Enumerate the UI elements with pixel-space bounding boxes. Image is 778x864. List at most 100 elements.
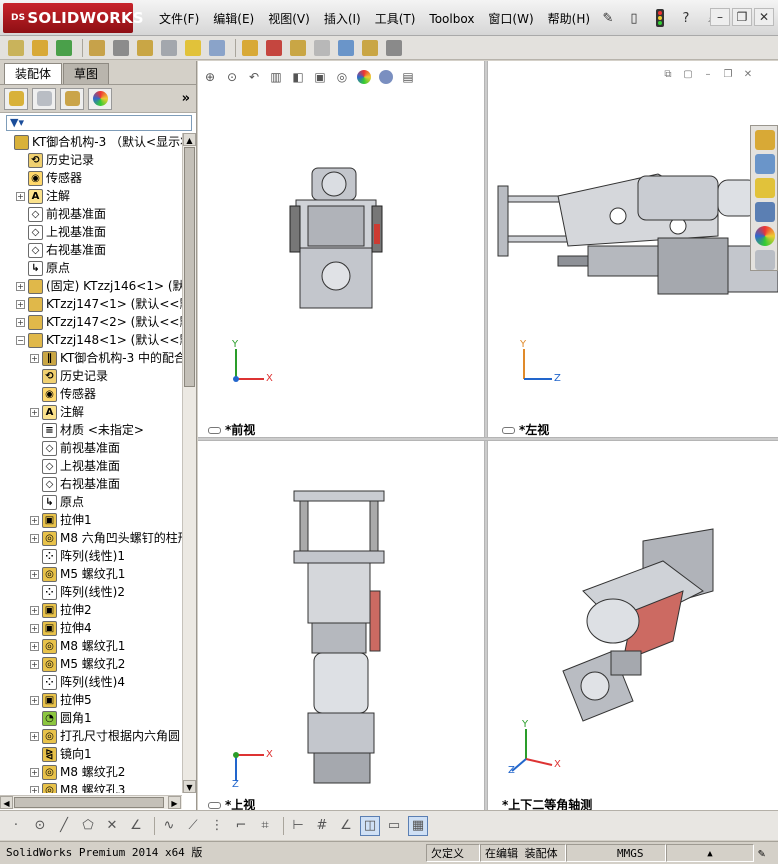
- dimension-icon[interactable]: ⊢: [288, 816, 308, 836]
- units-status[interactable]: MMGS: [566, 844, 666, 862]
- tree-item[interactable]: ⁘ 阵列(线性)4: [0, 673, 182, 691]
- scroll-thumb[interactable]: [184, 147, 195, 387]
- minimize-button[interactable]: –: [710, 8, 730, 26]
- smart-fasteners-icon[interactable]: [111, 38, 131, 58]
- tree-item[interactable]: KT御合机构-3 （默认<显示状: [0, 133, 182, 151]
- tree-item[interactable]: − KTzzj148<1> (默认<<默认: [0, 331, 182, 349]
- tree-item[interactable]: ≡ 材质 <未指定>: [0, 421, 182, 439]
- expand-icon[interactable]: +: [30, 354, 39, 363]
- expand-icon[interactable]: +: [30, 624, 39, 633]
- expand-icon[interactable]: +: [16, 192, 25, 201]
- tree-item[interactable]: + ◎ M8 六角凹头螺钉的柱形: [0, 529, 182, 547]
- tree-item[interactable]: ◇ 上视基准面: [0, 457, 182, 475]
- menu-toolbox[interactable]: Toolbox: [422, 9, 481, 29]
- tree-item[interactable]: + A 注解: [0, 187, 182, 205]
- home-icon[interactable]: [755, 130, 775, 150]
- exploded-view-icon[interactable]: [288, 38, 308, 58]
- new-motion-study-icon[interactable]: [240, 38, 260, 58]
- bill-of-materials-icon[interactable]: [264, 38, 284, 58]
- expand-icon[interactable]: +: [30, 786, 39, 793]
- menu-insert[interactable]: 插入(I): [317, 9, 368, 29]
- tree-item[interactable]: + ◎ M8 螺纹孔2: [0, 763, 182, 781]
- extend-icon[interactable]: ∠: [126, 816, 146, 836]
- menu-window[interactable]: 窗口(W): [481, 9, 540, 29]
- tab-assembly[interactable]: 装配体: [4, 63, 63, 84]
- point-icon[interactable]: ·: [6, 816, 26, 836]
- menu-help[interactable]: 帮助(H): [541, 9, 597, 29]
- sketch-plane-icon[interactable]: ▭: [384, 816, 404, 836]
- scroll-up-icon[interactable]: ▲: [183, 133, 196, 146]
- convert-entities-icon[interactable]: ∿: [159, 816, 179, 836]
- tree-item[interactable]: + ▣ 拉伸4: [0, 619, 182, 637]
- restore-button[interactable]: ❐: [732, 8, 752, 26]
- tab-sketch[interactable]: 草图: [63, 63, 110, 84]
- line-icon[interactable]: ╱: [54, 816, 74, 836]
- tree-item[interactable]: + ▣ 拉伸2: [0, 601, 182, 619]
- tree-item[interactable]: ⁘ 阵列(线性)2: [0, 583, 182, 601]
- construction-icon[interactable]: ⌐: [231, 816, 251, 836]
- tag-icon[interactable]: ✎: [754, 844, 776, 862]
- tree-item[interactable]: ◉ 传感器: [0, 169, 182, 187]
- help-icon[interactable]: ?: [676, 8, 696, 28]
- hscroll-thumb[interactable]: [14, 797, 164, 808]
- appearances-icon[interactable]: [755, 226, 775, 246]
- mate-icon[interactable]: [54, 38, 74, 58]
- configuration-manager-icon[interactable]: [60, 87, 84, 110]
- circle-icon[interactable]: ⊙: [30, 816, 50, 836]
- scroll-left-icon[interactable]: ◀: [0, 796, 13, 809]
- assembly-icon[interactable]: [6, 38, 26, 58]
- show-hidden-icon[interactable]: [159, 38, 179, 58]
- menu-file[interactable]: 文件(F): [152, 9, 206, 29]
- pin-icon[interactable]: ✎: [598, 8, 618, 28]
- expand-icon[interactable]: +: [30, 732, 39, 741]
- scroll-right-icon[interactable]: ▶: [168, 796, 181, 809]
- solidworks-logo[interactable]: DS SOLIDWORKS: [3, 3, 144, 33]
- trim-icon[interactable]: ✕: [102, 816, 122, 836]
- tree-item[interactable]: + ∥ KT御合机构-3 中的配合: [0, 349, 182, 367]
- collapse-icon[interactable]: −: [16, 336, 25, 345]
- expand-icon[interactable]: +: [30, 570, 39, 579]
- tree-item[interactable]: + ◎ M8 螺纹孔3: [0, 781, 182, 793]
- scroll-down-icon[interactable]: ▼: [183, 780, 196, 793]
- expand-icon[interactable]: +: [16, 318, 25, 327]
- expand-icon[interactable]: +: [30, 642, 39, 651]
- tree-item[interactable]: ◇ 右视基准面: [0, 475, 182, 493]
- tree-item[interactable]: ↳ 原点: [0, 259, 182, 277]
- chevron-right-icon[interactable]: »: [182, 91, 190, 106]
- design-library-icon[interactable]: [755, 154, 775, 174]
- display-manager-icon[interactable]: [88, 87, 112, 110]
- instant3d-icon[interactable]: [384, 38, 404, 58]
- graphics-area[interactable]: ⊕ ⊙ ↶ ▥ ◧ ▣ ◎ ▤ ⧉ ▢ – ❐ ✕ Y X Y Z X Z Y …: [198, 61, 778, 812]
- clearance-verification-icon[interactable]: [360, 38, 380, 58]
- 3d-sketch-icon[interactable]: ◫: [360, 815, 380, 836]
- expand-icon[interactable]: +: [30, 408, 39, 417]
- menu-tools[interactable]: 工具(T): [368, 9, 423, 29]
- tree-item[interactable]: + ◎ 打孔尺寸根据内六角圆: [0, 727, 182, 745]
- grid-icon[interactable]: #: [312, 816, 332, 836]
- tree-item[interactable]: + ◎ M5 螺纹孔2: [0, 655, 182, 673]
- tree-item[interactable]: ⟲ 历史记录: [0, 151, 182, 169]
- smart-dimension-icon[interactable]: ⌗: [255, 816, 275, 836]
- tree-item[interactable]: + (固定) KTzzj146<1> (默认: [0, 277, 182, 295]
- custom-properties-icon[interactable]: [755, 250, 775, 270]
- tree-item[interactable]: ◉ 传感器: [0, 385, 182, 403]
- tree-item[interactable]: + KTzzj147<1> (默认<<默认: [0, 295, 182, 313]
- expand-icon[interactable]: +: [30, 696, 39, 705]
- tree-item[interactable]: ⁘ 阵列(线性)1: [0, 547, 182, 565]
- tree-item[interactable]: ◇ 上视基准面: [0, 223, 182, 241]
- interference-detection-icon[interactable]: [336, 38, 356, 58]
- menu-edit[interactable]: 编辑(E): [206, 9, 261, 29]
- offset-icon[interactable]: ⟋: [183, 816, 203, 836]
- tree-item[interactable]: ◔ 圆角1: [0, 709, 182, 727]
- polygon-icon[interactable]: ⬠: [78, 816, 98, 836]
- reference-geometry-icon[interactable]: [207, 38, 227, 58]
- units-dropdown-icon[interactable]: ▲: [666, 844, 754, 862]
- file-explorer-icon[interactable]: [755, 178, 775, 198]
- view-palette-icon[interactable]: [755, 202, 775, 222]
- angle-icon[interactable]: ∠: [336, 816, 356, 836]
- tree-item[interactable]: + KTzzj147<2> (默认<<默认: [0, 313, 182, 331]
- assembly-features-icon[interactable]: [183, 38, 203, 58]
- tree-item[interactable]: + ▣ 拉伸1: [0, 511, 182, 529]
- tree-item[interactable]: ◇ 右视基准面: [0, 241, 182, 259]
- expand-icon[interactable]: +: [16, 300, 25, 309]
